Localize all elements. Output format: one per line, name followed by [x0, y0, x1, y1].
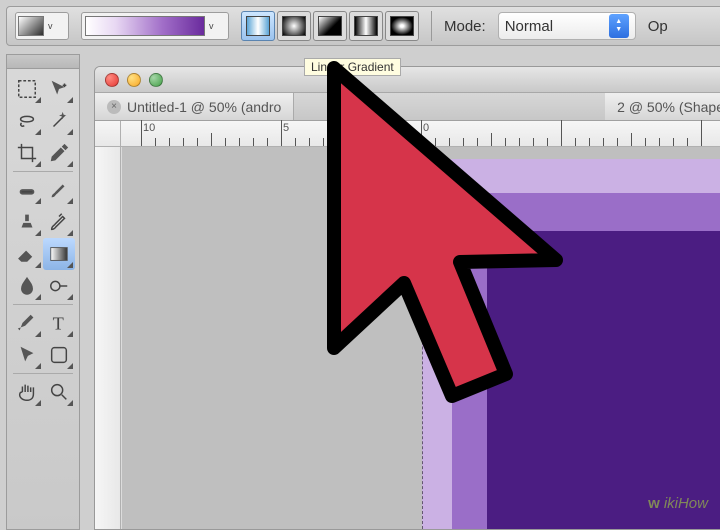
- shape-layer: [487, 231, 720, 529]
- crop-tool[interactable]: [11, 137, 43, 169]
- marquee-tool[interactable]: [11, 73, 43, 105]
- options-bar: v v Mode: Normal ▲▼ Op: [6, 6, 720, 46]
- document-tabbar: × Untitled-1 @ 50% (andro 2 @ 50% (Shape: [95, 93, 720, 121]
- type-tool[interactable]: T: [43, 307, 75, 339]
- angle-gradient-button[interactable]: [313, 11, 347, 41]
- eraser-tool[interactable]: [11, 238, 43, 270]
- canvas[interactable]: [122, 147, 720, 529]
- tool-preset-picker[interactable]: v: [15, 12, 69, 40]
- ruler-origin[interactable]: [95, 121, 121, 147]
- hand-tool[interactable]: [11, 376, 43, 408]
- tools-panel-header[interactable]: [7, 55, 79, 69]
- eyedropper-tool[interactable]: [43, 137, 75, 169]
- minimize-window-icon[interactable]: [127, 73, 141, 87]
- gradient-tool[interactable]: [43, 238, 75, 270]
- dodge-tool[interactable]: [43, 270, 75, 302]
- gradient-preview-swatch: [85, 16, 205, 36]
- shape-tool[interactable]: [43, 339, 75, 371]
- zoom-window-icon[interactable]: [149, 73, 163, 87]
- close-window-icon[interactable]: [105, 73, 119, 87]
- reflected-gradient-button[interactable]: [349, 11, 383, 41]
- ruler-number: 0: [423, 122, 429, 134]
- gradient-type-group: [241, 11, 419, 41]
- document-window: × Untitled-1 @ 50% (andro 2 @ 50% (Shape…: [94, 66, 720, 530]
- opacity-label: Op: [648, 18, 668, 35]
- stepper-arrows-icon: ▲▼: [609, 14, 629, 38]
- svg-text:T: T: [53, 313, 64, 333]
- tool-preset-swatch: [18, 16, 44, 36]
- mode-label: Mode:: [444, 18, 486, 35]
- document-tab-label: Untitled-1 @ 50% (andro: [127, 99, 281, 115]
- path-selection-tool[interactable]: [11, 339, 43, 371]
- watermark-text: ikiHow: [664, 495, 708, 512]
- watermark-text: w: [648, 495, 660, 512]
- ruler-number: 10: [143, 122, 155, 134]
- watermark: wikiHow: [648, 495, 708, 512]
- radial-gradient-button[interactable]: [277, 11, 311, 41]
- ruler-number: 5: [283, 122, 289, 134]
- document-tab-1[interactable]: × Untitled-1 @ 50% (andro: [95, 93, 294, 120]
- separator: [431, 11, 432, 41]
- pen-tool[interactable]: [11, 307, 43, 339]
- guide-line[interactable]: [422, 147, 423, 529]
- close-tab-icon[interactable]: ×: [107, 100, 121, 114]
- chevron-down-icon: v: [209, 21, 214, 31]
- lasso-tool[interactable]: [11, 105, 43, 137]
- horizontal-ruler[interactable]: 10 5 0: [121, 121, 720, 147]
- mode-select-value: Normal: [505, 18, 609, 35]
- healing-brush-tool[interactable]: [11, 174, 43, 206]
- document-tab-2[interactable]: 2 @ 50% (Shape: [605, 93, 720, 120]
- clone-stamp-tool[interactable]: [11, 206, 43, 238]
- move-tool[interactable]: [43, 73, 75, 105]
- gradient-picker[interactable]: v: [81, 12, 229, 40]
- linear-gradient-button[interactable]: [241, 11, 275, 41]
- brush-tool[interactable]: [43, 174, 75, 206]
- history-brush-tool[interactable]: [43, 206, 75, 238]
- chevron-down-icon: v: [48, 21, 53, 31]
- tooltip: Linear Gradient: [304, 58, 401, 76]
- zoom-tool[interactable]: [43, 376, 75, 408]
- document-tab-label: 2 @ 50% (Shape: [617, 99, 720, 115]
- titlebar[interactable]: [95, 67, 720, 93]
- mode-select[interactable]: Normal ▲▼: [498, 12, 636, 40]
- vertical-ruler[interactable]: [95, 147, 121, 529]
- diamond-gradient-button[interactable]: [385, 11, 419, 41]
- magic-wand-tool[interactable]: [43, 105, 75, 137]
- blur-tool[interactable]: [11, 270, 43, 302]
- tools-panel: T: [6, 54, 80, 530]
